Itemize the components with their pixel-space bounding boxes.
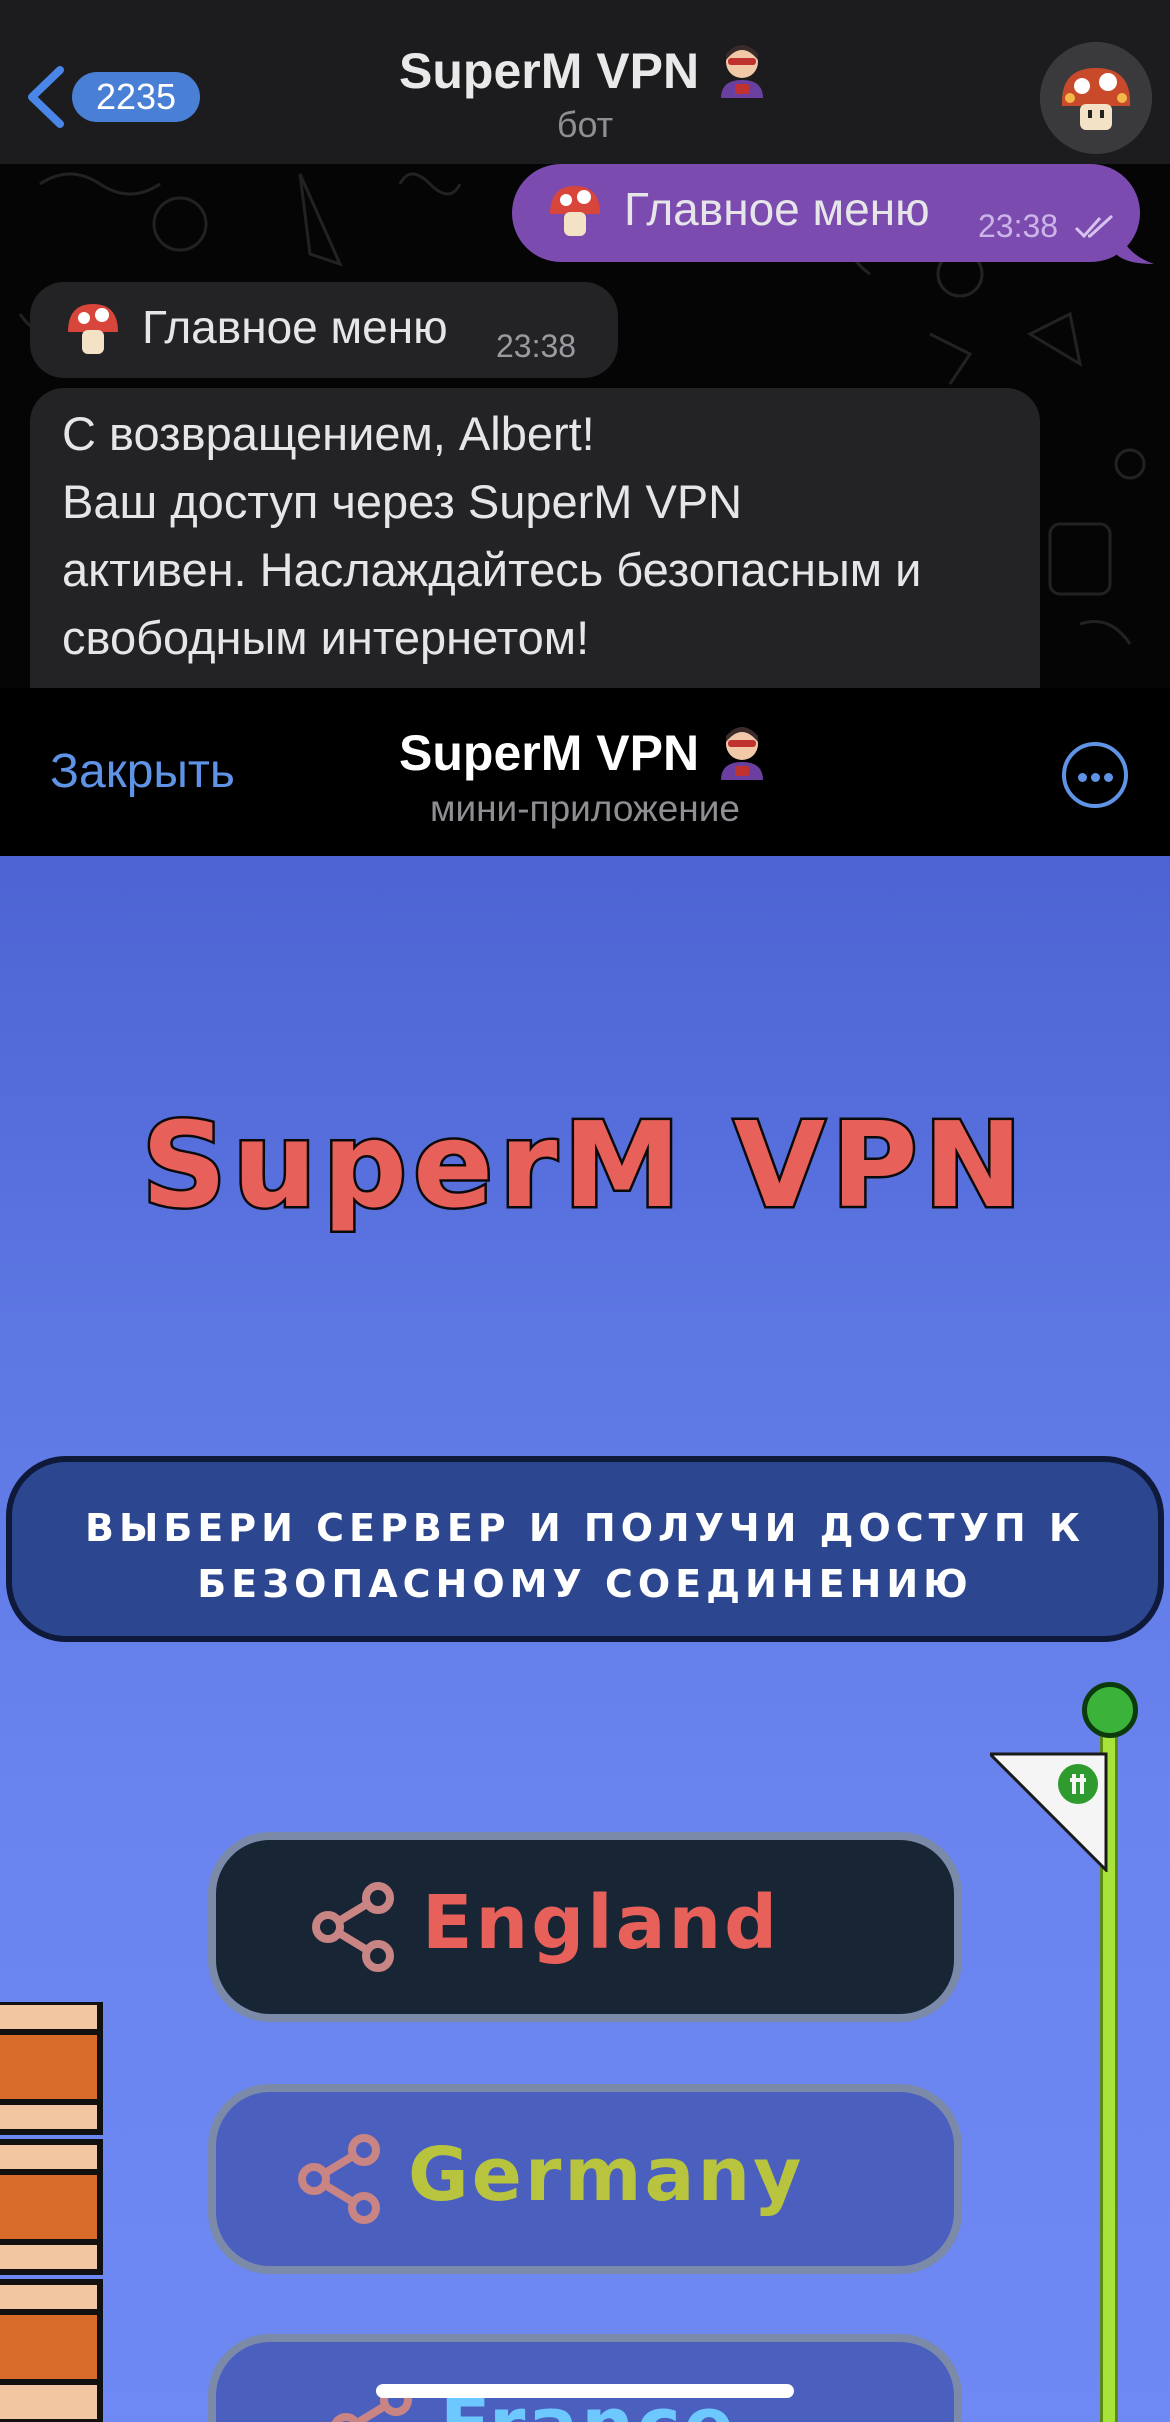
chat-subtitle: бот [556,104,614,145]
avatar[interactable] [1040,42,1152,154]
info-text: ВЫБЕРИ СЕРВЕР И ПОЛУЧИ ДОСТУП К БЕЗОПАСН… [85,1506,1085,1606]
welcome-line: активен. Наслаждайтесь безопасным и [62,543,922,596]
more-dots-icon[interactable] [1062,742,1128,808]
miniapp-webview[interactable]: SuperM VPN ВЫБЕРИ СЕРВЕР И ПОЛУЧИ ДОСТУП… [0,856,1170,2422]
bubble-tail [1116,224,1154,264]
mushroom-icon [68,304,118,354]
server-button-germany[interactable]: Germany [208,2084,962,2274]
mushroom-icon [1040,42,1152,154]
server-button-france[interactable]: France [208,2334,962,2422]
logo-text: SuperM VPN [142,1096,1029,1234]
miniapp-title: SuperM VPN [0,722,1170,782]
chat-history[interactable]: Главное меню 23:38 Главное меню 23:38 С … [0,164,1170,688]
server-button-england[interactable]: England [208,1832,962,2022]
chat-header: 2235 SuperM VPN бот [0,0,1170,164]
chat-title[interactable]: SuperM VPN [0,40,1170,100]
incoming-message-time: 23:38 [496,328,577,364]
mushroom-icon [550,186,600,236]
info-banner: ВЫБЕРИ СЕРВЕР И ПОЛУЧИ ДОСТУП К БЕЗОПАСН… [6,1456,1164,1642]
miniapp-subtitle: мини-приложение [430,788,740,829]
flagpole-ball [1082,1682,1138,1738]
incoming-message-text: Главное меню [142,301,448,353]
superhero-icon [720,727,763,780]
server-label: Germany [408,2132,805,2218]
brick-blocks [0,2002,103,2422]
superhero-icon [720,45,763,98]
home-indicator[interactable] [376,2384,794,2398]
server-label: England [422,1880,781,1966]
read-checkmarks-icon [1074,214,1114,239]
share-icon [312,1882,394,1972]
chat-title-text: SuperM VPN [399,43,700,99]
miniapp-title-text: SuperM VPN [399,725,700,781]
outgoing-message-time: 23:38 [978,208,1059,244]
app-logo: SuperM VPN [139,1096,1029,1236]
outgoing-message-text: Главное меню [624,183,930,235]
miniapp-header: Закрыть SuperM VPN мини-приложение [0,688,1170,856]
welcome-line: С возвращением, Albert! [62,407,595,460]
share-icon [298,2134,380,2224]
flag-icon [990,1752,1108,1872]
welcome-line: Ваш доступ через SuperM VPN [62,475,743,528]
welcome-line: свободным интернетом! [62,611,590,664]
